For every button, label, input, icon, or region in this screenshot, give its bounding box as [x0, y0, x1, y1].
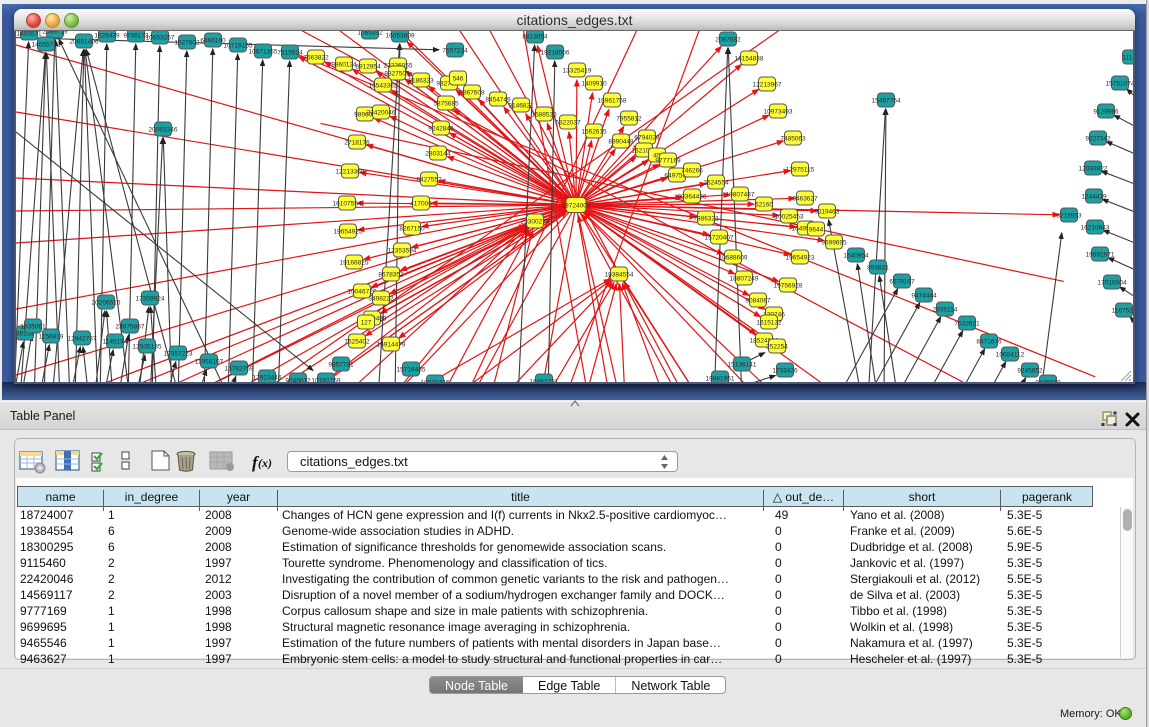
svg-text:(x): (x) — [258, 456, 272, 470]
